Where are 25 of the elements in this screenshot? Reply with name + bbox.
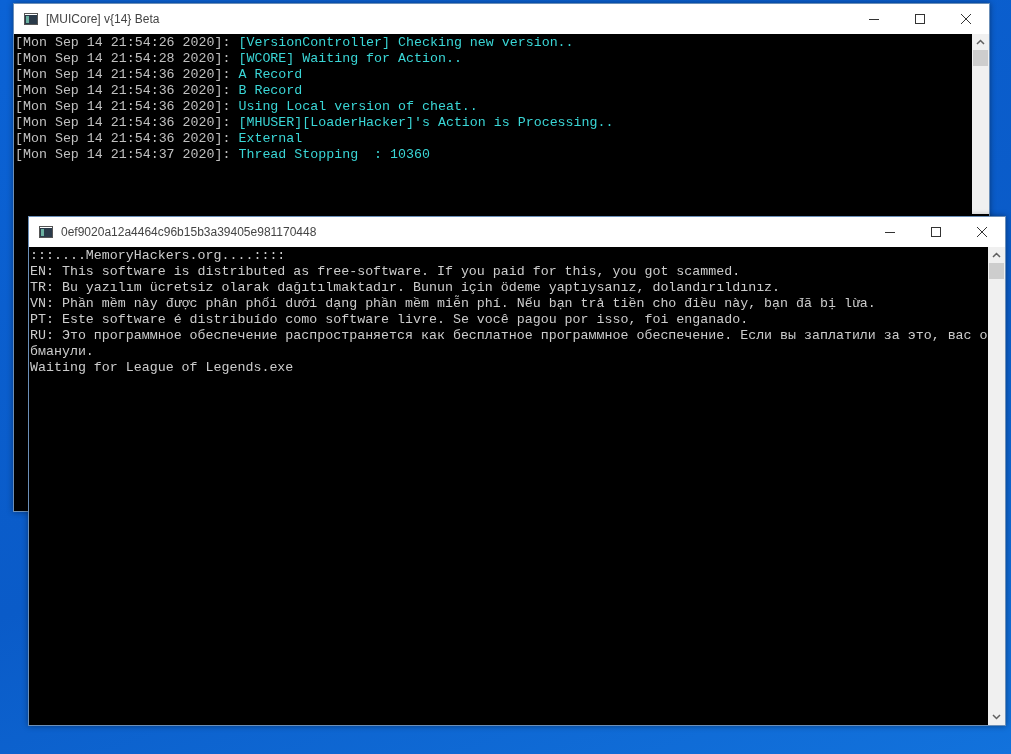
log-message: [WCORE] Waiting for Action.. <box>238 51 462 66</box>
window-title: [MUICore] v{14} Beta <box>46 11 161 28</box>
log-timestamp: [Mon Sep 14 21:54:36 2020]: <box>15 115 231 130</box>
log-message: A Record <box>238 67 303 82</box>
log-message: Using Local version of cheat.. <box>238 99 478 114</box>
log-timestamp: [Mon Sep 14 21:54:36 2020]: <box>15 83 231 98</box>
log-message: Thread Stopping : 10360 <box>238 147 430 162</box>
console-line: :::....MemoryHackers.org....:::: <box>30 248 287 264</box>
log-timestamp: [Mon Sep 14 21:54:28 2020]: <box>15 51 231 66</box>
log-timestamp: [Mon Sep 14 21:54:36 2020]: <box>15 99 231 114</box>
console-line: TR: Bu yazılım ücretsiz olarak dağıtılmaktadır. Bunun için ödeme yaptıysanız, dolandırıldınız. <box>30 280 782 295</box>
console-line: Waiting for League of Legends.exe <box>30 360 295 376</box>
console-line: VN: Phần mềm này được phân phối dưới dạng phần mềm miễn phí. Nếu bạn trả tiền cho điều này, bạn đã bị lừa. <box>30 296 877 312</box>
console-line: EN: This software is distributed as free-software. If you paid for this, you got scammed. <box>30 264 742 280</box>
log-timestamp: [Mon Sep 14 21:54:26 2020]: <box>15 35 231 50</box>
log-timestamp: [Mon Sep 14 21:54:36 2020]: <box>15 67 231 82</box>
window-title: 0ef9020a12a4464c96b15b3a39405e981170448 <box>61 224 318 241</box>
log-message: [MHUSER][LoaderHacker]'s Action is Processing.. <box>238 115 614 130</box>
log-timestamp: [Mon Sep 14 21:54:36 2020]: <box>15 131 231 146</box>
log-message: External <box>238 131 303 146</box>
console-line: RU: Это программное обеспечение распространяется как бесплатное программное обеспечение. Если вы заплатили за это, вас обманули. <box>30 328 988 360</box>
log-message: B Record <box>238 83 303 98</box>
log-timestamp: [Mon Sep 14 21:54:37 2020]: <box>15 147 231 162</box>
log-message: [VersionController] Checking new version.. <box>238 35 574 50</box>
console-line: PT: Este software é distribuído como software livre. Se você pagou por isso, foi enganado. <box>30 312 750 328</box>
